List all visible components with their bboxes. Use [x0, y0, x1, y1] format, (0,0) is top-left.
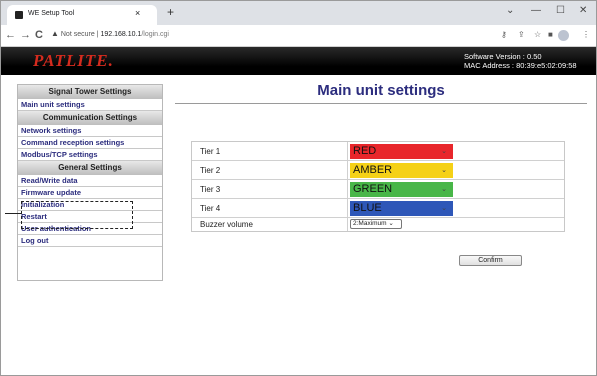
- tier-3-label: Tier 3: [200, 185, 221, 194]
- menu-icon[interactable]: ⋮: [582, 30, 590, 39]
- title-divider: [175, 103, 587, 104]
- sidebar-item-read-write[interactable]: Read/Write data: [18, 175, 162, 187]
- column-divider: [347, 180, 348, 198]
- tier-4-select[interactable]: BLUE ⌄: [350, 201, 453, 216]
- tier-4-value: BLUE: [353, 202, 382, 214]
- section-signal-tower: Signal Tower Settings: [18, 85, 162, 99]
- buzzer-volume-label: Buzzer volume: [200, 220, 253, 229]
- tab-title: WE Setup Tool: [28, 10, 75, 17]
- star-icon[interactable]: ☆: [534, 30, 541, 39]
- key-icon[interactable]: ⚷: [501, 30, 507, 39]
- tier-1-value: RED: [353, 145, 377, 157]
- tier-1-select[interactable]: RED ⌄: [350, 144, 453, 159]
- column-divider: [347, 218, 348, 231]
- sidebar-item-modbus[interactable]: Modbus/TCP settings: [18, 149, 162, 161]
- chevron-down-icon: ⌄: [441, 167, 447, 174]
- share-icon[interactable]: ⇪: [518, 30, 525, 39]
- warning-icon: ▲: [51, 29, 59, 38]
- mac-address: MAC Address : 80:39:e5:02:09:58: [464, 61, 577, 70]
- device-info: Software Version : 0.50 MAC Address : 80…: [464, 52, 577, 70]
- sidepanel-icon[interactable]: ■: [548, 30, 553, 39]
- brand-logo: PATLITE.: [33, 51, 114, 70]
- chevron-down-icon: ⌄: [441, 186, 447, 193]
- tier-2-value: AMBER: [353, 164, 393, 176]
- browser-tab[interactable]: WE Setup Tool ×: [7, 5, 157, 25]
- app-header: PATLITE. Software Version : 0.50 MAC Add…: [1, 47, 596, 75]
- chevron-down-icon: ⌄: [441, 148, 447, 155]
- sidebar-item-logout[interactable]: Log out: [18, 235, 162, 247]
- profile-avatar[interactable]: [558, 30, 569, 41]
- tier-2-label: Tier 2: [200, 166, 221, 175]
- table-row-tier-1: Tier 1 RED ⌄: [192, 142, 564, 161]
- callout-leader-line: [5, 213, 21, 214]
- confirm-button[interactable]: Confirm: [459, 255, 522, 266]
- maximize-icon[interactable]: ☐: [556, 5, 565, 16]
- url-path: /login.cgi: [141, 31, 169, 38]
- browser-window: WE Setup Tool × + ⌄ — ☐ ✕ ← → C ▲ Not se…: [0, 0, 597, 376]
- reload-icon[interactable]: C: [35, 29, 43, 41]
- callout-highlight-box: [21, 201, 133, 229]
- new-tab-icon[interactable]: +: [167, 5, 174, 19]
- tab-search-icon[interactable]: ⌄: [506, 5, 514, 16]
- sidebar-item-command-reception[interactable]: Command reception settings: [18, 137, 162, 149]
- chevron-down-icon: ⌄: [441, 205, 447, 212]
- software-version: Software Version : 0.50: [464, 52, 542, 61]
- settings-table: Tier 1 RED ⌄ Tier 2 AMBER ⌄ Tier 3 GREEN ⌄ …: [191, 141, 565, 232]
- column-divider: [347, 142, 348, 160]
- sidebar-item-main-unit[interactable]: Main unit settings: [18, 99, 162, 111]
- tier-3-value: GREEN: [353, 183, 393, 195]
- table-row-tier-2: Tier 2 AMBER ⌄: [192, 161, 564, 180]
- column-divider: [347, 199, 348, 217]
- page-title: Main unit settings: [317, 82, 445, 99]
- sidebar-item-firmware-update[interactable]: Firmware update: [18, 187, 162, 199]
- sidebar: Signal Tower Settings Main unit settings…: [17, 84, 163, 281]
- sidebar-item-network[interactable]: Network settings: [18, 125, 162, 137]
- window-close-icon[interactable]: ✕: [579, 5, 587, 16]
- forward-icon[interactable]: →: [20, 29, 31, 41]
- tab-bar: WE Setup Tool × + ⌄ — ☐ ✕: [1, 1, 596, 25]
- url-host: 192.168.10.1: [100, 31, 142, 38]
- back-icon[interactable]: ←: [5, 29, 16, 41]
- table-row-buzzer: Buzzer volume 2:Maximum ⌄: [192, 218, 564, 231]
- tier-4-label: Tier 4: [200, 204, 221, 213]
- tier-2-select[interactable]: AMBER ⌄: [350, 163, 453, 178]
- buzzer-volume-value: 2:Maximum: [353, 220, 387, 227]
- table-row-tier-3: Tier 3 GREEN ⌄: [192, 180, 564, 199]
- column-divider: [347, 161, 348, 179]
- section-communication: Communication Settings: [18, 111, 162, 125]
- tier-3-select[interactable]: GREEN ⌄: [350, 182, 453, 197]
- tier-1-label: Tier 1: [200, 147, 221, 156]
- minimize-icon[interactable]: —: [531, 5, 541, 16]
- security-label: Not secure: [60, 31, 95, 38]
- section-general: General Settings: [18, 161, 162, 175]
- url-field[interactable]: ▲ Not secure | 192.168.10.1/login.cgi: [51, 29, 169, 38]
- chevron-down-icon: ⌄: [388, 220, 394, 227]
- address-bar: ← → C ▲ Not secure | 192.168.10.1/login.…: [1, 25, 596, 47]
- buzzer-volume-select[interactable]: 2:Maximum ⌄: [350, 219, 402, 229]
- favicon-icon: [15, 11, 23, 19]
- close-tab-icon[interactable]: ×: [135, 8, 140, 18]
- table-row-tier-4: Tier 4 BLUE ⌄: [192, 199, 564, 218]
